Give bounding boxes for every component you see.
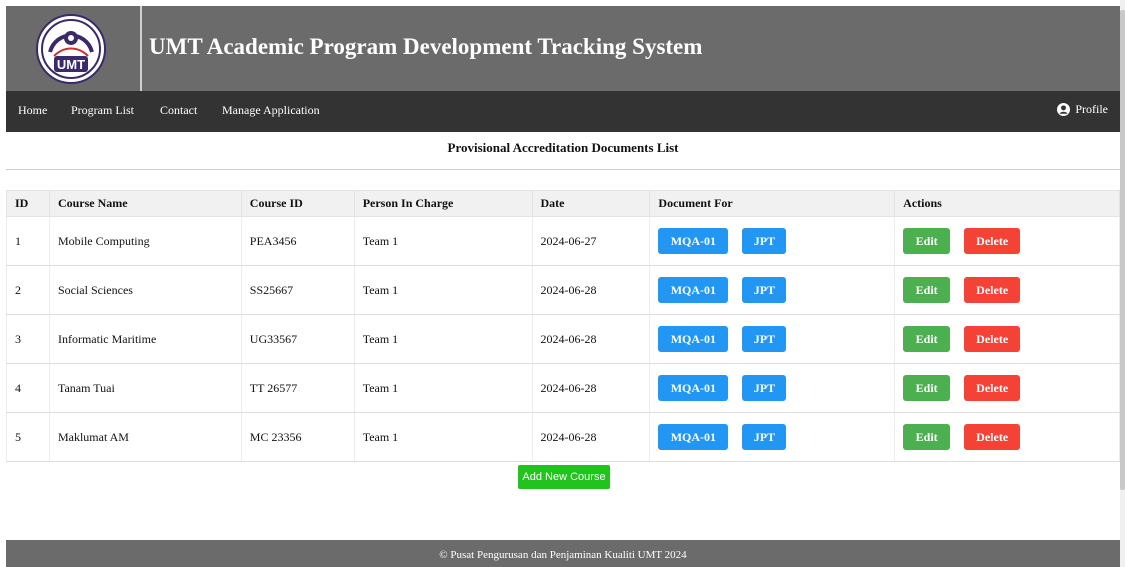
umt-logo: UMT (36, 14, 106, 84)
mqa-01-button[interactable]: MQA-01 (658, 326, 729, 352)
cell-course-id: TT 26577 (240, 363, 355, 413)
profile-link[interactable]: Profile (1057, 102, 1108, 117)
cell-date: 2024-06-27 (531, 216, 651, 266)
cell-date: 2024-06-28 (531, 265, 651, 315)
page: UMT UMT Academic Program Development Tra… (6, 6, 1120, 567)
cell-document-for: MQA-01 JPT (649, 314, 896, 364)
cell-course-id: UG33567 (240, 314, 355, 364)
col-header-course-name: Course Name (48, 190, 242, 217)
cell-course-name: Informatic Maritime (48, 314, 242, 364)
cell-person-in-charge: Team 1 (353, 363, 533, 413)
cell-course-name: Social Sciences (48, 265, 242, 315)
nav-program-list[interactable]: Program List (71, 103, 134, 118)
edit-button[interactable]: Edit (903, 375, 951, 401)
header-banner: UMT UMT Academic Program Development Tra… (6, 6, 1120, 91)
edit-button[interactable]: Edit (903, 277, 951, 303)
jpt-button[interactable]: JPT (742, 375, 787, 401)
cell-id: 5 (6, 412, 50, 462)
col-header-id: ID (6, 190, 50, 217)
col-header-document-for: Document For (649, 190, 896, 217)
title-divider (6, 169, 1120, 170)
add-new-course-button[interactable]: Add New Course (518, 465, 610, 489)
cell-id: 4 (6, 363, 50, 413)
cell-document-for: MQA-01 JPT (649, 265, 896, 315)
footer: © Pusat Pengurusan dan Penjaminan Kualit… (6, 540, 1120, 567)
profile-label: Profile (1075, 102, 1108, 116)
delete-button[interactable]: Delete (964, 424, 1021, 450)
col-header-course-id: Course ID (240, 190, 355, 217)
edit-button[interactable]: Edit (903, 228, 951, 254)
cell-course-id: SS25667 (240, 265, 355, 315)
cell-actions: Edit Delete (894, 412, 1120, 462)
nav-manage-application[interactable]: Manage Application (222, 103, 320, 118)
table-header-row: ID Course Name Course ID Person In Charg… (6, 190, 1120, 217)
edit-button[interactable]: Edit (903, 326, 951, 352)
scrollbar-thumb[interactable] (1120, 10, 1125, 490)
table-row: 4 Tanam Tuai TT 26577 Team 1 2024-06-28 … (6, 363, 1120, 413)
cell-id: 1 (6, 216, 50, 266)
cell-actions: Edit Delete (894, 216, 1120, 266)
table-row: 5 Maklumat AM MC 23356 Team 1 2024-06-28… (6, 412, 1120, 462)
cell-person-in-charge: Team 1 (353, 265, 533, 315)
svg-text:UMT: UMT (57, 57, 85, 72)
cell-person-in-charge: Team 1 (353, 314, 533, 364)
cell-date: 2024-06-28 (531, 363, 651, 413)
cell-person-in-charge: Team 1 (353, 412, 533, 462)
cell-actions: Edit Delete (894, 363, 1120, 413)
delete-button[interactable]: Delete (964, 326, 1021, 352)
top-navbar: Home Program List Contact Manage Applica… (6, 91, 1120, 132)
cell-document-for: MQA-01 JPT (649, 363, 896, 413)
table-row: 2 Social Sciences SS25667 Team 1 2024-06… (6, 265, 1120, 315)
col-header-person-in-charge: Person In Charge (353, 190, 533, 217)
jpt-button[interactable]: JPT (742, 228, 787, 254)
cell-person-in-charge: Team 1 (353, 216, 533, 266)
cell-actions: Edit Delete (894, 265, 1120, 315)
cell-course-name: Mobile Computing (48, 216, 242, 266)
jpt-button[interactable]: JPT (742, 326, 787, 352)
cell-id: 3 (6, 314, 50, 364)
cell-course-name: Maklumat AM (48, 412, 242, 462)
delete-button[interactable]: Delete (964, 277, 1021, 303)
mqa-01-button[interactable]: MQA-01 (658, 375, 729, 401)
cell-document-for: MQA-01 JPT (649, 412, 896, 462)
site-title: UMT Academic Program Development Trackin… (149, 34, 703, 59)
user-circle-icon (1057, 103, 1071, 116)
edit-button[interactable]: Edit (903, 424, 951, 450)
page-title: Provisional Accreditation Documents List (447, 140, 679, 155)
col-header-actions: Actions (894, 190, 1120, 217)
cell-document-for: MQA-01 JPT (649, 216, 896, 266)
jpt-button[interactable]: JPT (742, 424, 787, 450)
col-header-date: Date (531, 190, 651, 217)
cell-date: 2024-06-28 (531, 412, 651, 462)
delete-button[interactable]: Delete (964, 375, 1021, 401)
page-scrollbar[interactable] (1120, 0, 1125, 567)
cell-id: 2 (6, 265, 50, 315)
nav-home[interactable]: Home (18, 103, 47, 118)
cell-date: 2024-06-28 (531, 314, 651, 364)
delete-button[interactable]: Delete (964, 228, 1021, 254)
mqa-01-button[interactable]: MQA-01 (658, 228, 729, 254)
table-row: 3 Informatic Maritime UG33567 Team 1 202… (6, 314, 1120, 364)
documents-table: ID Course Name Course ID Person In Charg… (6, 190, 1120, 462)
table-row: 1 Mobile Computing PEA3456 Team 1 2024-0… (6, 216, 1120, 266)
jpt-button[interactable]: JPT (742, 277, 787, 303)
logo-divider (140, 6, 142, 91)
cell-course-name: Tanam Tuai (48, 363, 242, 413)
cell-course-id: PEA3456 (240, 216, 355, 266)
logo-emblem-icon: UMT (39, 17, 103, 81)
cell-actions: Edit Delete (894, 314, 1120, 364)
cell-course-id: MC 23356 (240, 412, 355, 462)
nav-contact[interactable]: Contact (160, 103, 197, 118)
mqa-01-button[interactable]: MQA-01 (658, 424, 729, 450)
mqa-01-button[interactable]: MQA-01 (658, 277, 729, 303)
